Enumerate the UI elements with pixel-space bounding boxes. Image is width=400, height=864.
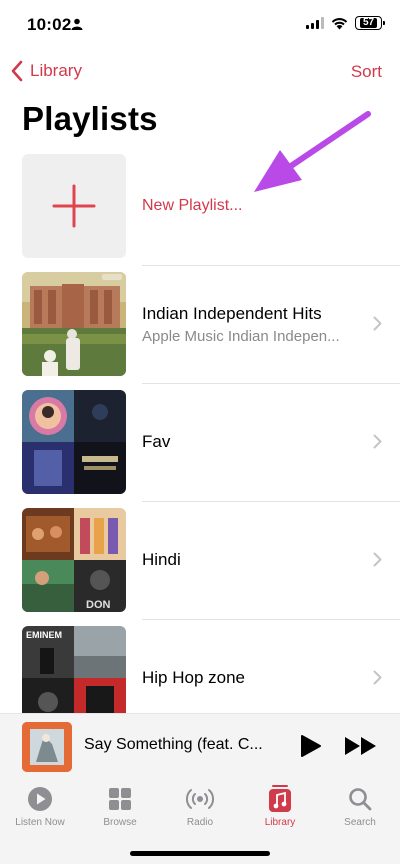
chevron-right-icon — [373, 552, 382, 567]
battery-level: 57 — [359, 18, 378, 28]
playlist-title: Hindi — [142, 550, 181, 569]
row-divider — [142, 619, 400, 620]
play-circle-icon — [25, 785, 55, 813]
now-playing-artwork-image — [22, 722, 72, 772]
radio-waves-icon — [185, 785, 215, 813]
eminem-tile-text: EMINEM — [26, 630, 62, 640]
row-divider — [142, 501, 400, 502]
home-indicator — [130, 851, 270, 856]
tab-label: Search — [344, 817, 376, 828]
back-button-label: Library — [30, 61, 82, 80]
playlist-artwork — [22, 390, 126, 494]
playlist-title: Fav — [142, 432, 171, 451]
tab-label: Listen Now — [15, 817, 65, 828]
wifi-icon — [331, 17, 348, 29]
sort-button[interactable]: Sort — [351, 62, 382, 82]
don-tile-text: DON — [86, 599, 111, 611]
next-track-button[interactable] — [344, 736, 378, 756]
cellular-signal-icon — [306, 17, 324, 29]
chevron-right-icon — [373, 434, 382, 449]
status-time: 10:02 — [27, 15, 72, 34]
tab-label: Browse — [103, 817, 137, 828]
plus-icon — [52, 184, 96, 228]
playlist-artwork: DON — [22, 508, 126, 612]
tab-label: Library — [264, 817, 296, 828]
annotation-arrow-icon — [254, 111, 371, 192]
playlist-row[interactable]: DON Hindi — [0, 506, 400, 624]
playlist-subtitle: Apple Music Indian Indepen... — [142, 327, 340, 345]
tab-label: Radio — [186, 817, 214, 828]
person-icon — [71, 18, 83, 30]
fav-artwork-image — [22, 390, 126, 494]
music-note-icon — [265, 785, 295, 813]
playlist-text: Hindi — [142, 506, 181, 614]
row-divider — [142, 383, 400, 384]
playlist-text: Fav — [142, 388, 170, 496]
row-divider — [142, 265, 400, 266]
playlist-text: Indian Independent Hits Apple Music Indi… — [142, 270, 340, 378]
search-icon — [345, 785, 375, 813]
playlist-row[interactable]: Indian Independent Hits Apple Music Indi… — [0, 270, 400, 388]
mini-player-artwork — [22, 722, 72, 772]
playlist-title: Indian Independent Hits — [142, 303, 322, 323]
chevron-right-icon — [373, 316, 382, 331]
playlist-artwork — [22, 272, 126, 376]
chevron-right-icon — [373, 670, 382, 685]
hindi-artwork-image: DON — [22, 508, 126, 612]
tab-bar: Listen Now Browse Radio Library Search — [0, 779, 400, 864]
grid-icon — [105, 785, 135, 813]
playlist-row[interactable]: Fav — [0, 388, 400, 506]
status-bar: 10:02 57 — [0, 0, 400, 50]
back-button[interactable]: Library — [10, 60, 82, 82]
playlist-list: New Playlist... Indian Independent Hits … — [0, 152, 400, 742]
new-playlist-text: New Playlist... — [142, 152, 242, 260]
new-playlist-tile — [22, 154, 126, 258]
tab-search[interactable]: Search — [320, 779, 400, 864]
status-indicators: 57 — [306, 16, 385, 30]
tab-listen-now[interactable]: Listen Now — [0, 779, 80, 864]
mini-player[interactable]: Say Something (feat. C... — [0, 713, 400, 779]
battery-icon: 57 — [355, 16, 385, 30]
now-playing-title: Say Something (feat. C... — [84, 736, 263, 753]
new-playlist-label: New Playlist... — [142, 197, 243, 214]
chevron-left-icon — [11, 60, 23, 82]
play-button[interactable] — [300, 734, 322, 758]
indian-hits-artwork-image — [22, 272, 126, 376]
playlist-title: Hip Hop zone — [142, 668, 246, 687]
page-title: Playlists — [22, 100, 158, 137]
